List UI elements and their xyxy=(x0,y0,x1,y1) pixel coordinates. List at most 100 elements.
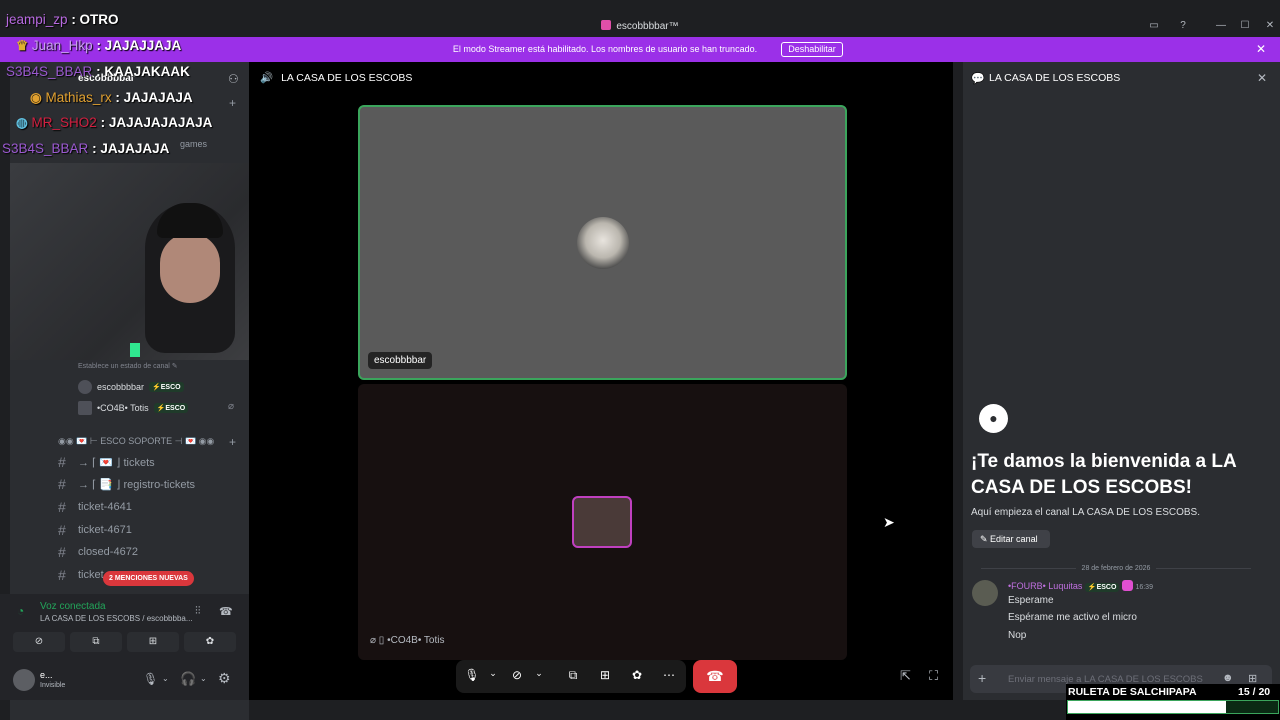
user-avatar[interactable] xyxy=(13,669,35,691)
muted-mic-icon: ⌀ xyxy=(228,401,235,412)
participant-name: escobbbbar xyxy=(368,352,433,369)
voice-location[interactable]: LA CASA DE LOS ESCOBS / escobbbba... xyxy=(40,614,193,623)
soundboard-button[interactable]: ✿ xyxy=(184,632,236,652)
close-chat-icon[interactable]: ✕ xyxy=(1257,71,1267,85)
hash-icon: # xyxy=(58,567,66,583)
channel-ticket-4641[interactable]: # ticket-4641 xyxy=(58,497,132,517)
stage-header: 🔊 LA CASA DE LOS ESCOBS xyxy=(260,72,413,84)
activities-icon[interactable]: ⊞ xyxy=(595,668,615,686)
participant-avatar xyxy=(577,217,629,269)
message-text: Esperame xyxy=(1008,595,1054,606)
voice-user-escobbbbar[interactable]: escobbbbar ⚡ESCO xyxy=(78,378,184,396)
overlay-chat-line: S3B4S_BBAR : KAAJAKAAK xyxy=(6,64,190,79)
chevron-down-icon[interactable]: ⌄ xyxy=(200,674,207,683)
ruleta-count: 15 / 20 xyxy=(1238,686,1271,698)
speaker-icon: 🔊 xyxy=(260,72,274,84)
inbox-icon[interactable]: ▭ xyxy=(1146,18,1162,34)
channel-tickets[interactable]: # → ⌈ 💌 ⌋ tickets xyxy=(58,452,155,472)
participant-tile-totis[interactable]: ⌀ ▯ •CO4B• Totis xyxy=(358,384,847,660)
banner-text: El modo Streamer está habilitado. Los no… xyxy=(452,44,758,54)
hangup-icon: ☎ xyxy=(706,668,724,684)
welcome-subtitle: Aquí empieza el canal LA CASA DE LOS ESC… xyxy=(971,507,1201,518)
welcome-title: ¡Te damos la bienvenida a LA CASA DE LOS… xyxy=(971,451,1237,498)
participant-avatar xyxy=(572,496,632,548)
noise-suppression-icon[interactable]: ⫶⫶ xyxy=(195,605,201,618)
hash-icon: # xyxy=(58,544,66,560)
signal-icon: ◔ xyxy=(17,604,25,618)
close-window-icon[interactable]: ✕ xyxy=(1262,18,1278,34)
message-avatar[interactable] xyxy=(972,580,998,606)
help-icon[interactable]: ? xyxy=(1175,18,1191,34)
disconnect-call-button[interactable]: ☎ xyxy=(693,660,737,693)
chevron-down-icon[interactable]: ⌄ xyxy=(162,674,169,683)
headphones-icon[interactable]: 🎧 xyxy=(180,671,196,687)
soundboard-icon[interactable]: ✿ xyxy=(627,668,647,686)
disable-streamer-button[interactable]: Deshabilitar xyxy=(781,42,843,57)
minimize-icon[interactable]: — xyxy=(1213,18,1229,34)
edit-channel-button[interactable]: ✎ Editar canal xyxy=(972,530,1050,548)
add-channel-icon[interactable]: + xyxy=(229,435,236,449)
games-channel[interactable]: games xyxy=(180,139,207,149)
voice-status[interactable]: Voz conectada xyxy=(40,601,106,612)
channel-closed-4672[interactable]: # closed-4672 xyxy=(58,542,138,562)
channel-ticket[interactable]: # ticket xyxy=(58,565,104,585)
toggle-camera-button[interactable]: ⊘ xyxy=(13,632,65,652)
fullscreen-icon[interactable]: ⛶ xyxy=(929,668,938,684)
add-attachment-icon[interactable]: + xyxy=(978,670,986,686)
channel-registro-tickets[interactable]: # → ⌈ 📑 ⌋ registro-tickets xyxy=(58,474,195,494)
overlay-chat-line: S3B4S_BBAR : JAJAJAJA xyxy=(2,141,170,156)
chevron-down-icon[interactable]: ⌄ xyxy=(529,668,549,686)
message-text: Espérame me activo el micro xyxy=(1008,612,1137,623)
add-channel-icon[interactable]: + xyxy=(229,96,236,110)
user-name[interactable]: e... xyxy=(40,670,53,680)
chat-bubble-icon: ● xyxy=(979,404,1008,433)
close-banner-icon[interactable]: ✕ xyxy=(1256,42,1266,56)
disconnect-icon[interactable]: ☎ xyxy=(219,605,233,618)
app-logo-icon xyxy=(601,20,612,30)
user-tag: ⚡ESCO xyxy=(153,403,189,413)
overlay-chat-line: ◍ MR_SHO2 : JAJAJAJAJAJA xyxy=(16,115,213,130)
popout-icon[interactable]: ⇱ xyxy=(900,668,911,684)
hash-icon: # xyxy=(58,522,66,538)
user-tag: ⚡ESCO xyxy=(149,382,184,392)
channel-status-hint[interactable]: Establece un estado de canal ✎ xyxy=(78,362,178,370)
microphone-icon[interactable]: 🎙 xyxy=(143,672,158,686)
user-bar xyxy=(0,658,249,700)
settings-gear-icon[interactable]: ⚙ xyxy=(218,670,231,687)
emoji-icon[interactable]: ☻ xyxy=(1222,672,1234,684)
title-bar: escobbbbar™ ▭ ? — ☐ ✕ xyxy=(0,16,1280,37)
more-options-icon[interactable]: ⋯ xyxy=(659,668,679,686)
camera-off-icon[interactable]: ⊘ xyxy=(507,668,527,686)
hash-icon: # xyxy=(58,454,66,470)
add-member-icon[interactable]: ⚇ xyxy=(228,72,239,86)
screen-share-icon[interactable]: ⧉ xyxy=(563,668,583,686)
maximize-icon[interactable]: ☐ xyxy=(1237,18,1253,34)
streamer-mode-banner: El modo Streamer está habilitado. Los no… xyxy=(0,37,1280,62)
user-tag: ⚡ESCO xyxy=(1084,583,1120,592)
new-mentions-badge[interactable]: 2 MENCIONES NUEVAS xyxy=(103,571,194,586)
overlay-chat-line: ♛ Juan_Hkp : JAJAJJAJA xyxy=(16,38,182,53)
participant-tile-escobbbbar[interactable]: escobbbbar xyxy=(358,105,847,380)
chat-header: LA CASA DE LOS ESCOBS xyxy=(989,72,1121,84)
soundboard-icon: ✿ xyxy=(205,636,215,647)
avatar xyxy=(78,380,92,394)
voice-user-totis[interactable]: •CO4B• Totis ⚡ESCO xyxy=(78,399,189,417)
overlay-chat-line: ◉ Mathias_rx : JAJAJAJA xyxy=(30,90,193,105)
channel-ticket-4671[interactable]: # ticket-4671 xyxy=(58,520,132,540)
chevron-down-icon[interactable]: ⌄ xyxy=(483,668,503,686)
user-status: Invisible xyxy=(40,682,66,689)
activities-button[interactable]: ⊞ xyxy=(127,632,179,652)
green-light xyxy=(130,343,140,357)
microphone-icon[interactable]: 🎙 xyxy=(462,668,482,686)
ruleta-label: RULETA DE SALCHIPAPA xyxy=(1068,686,1197,698)
avatar xyxy=(78,401,92,415)
camera-off-icon: ⊘ xyxy=(34,636,44,647)
hash-icon: # xyxy=(58,476,66,492)
share-screen-button[interactable]: ⧉ xyxy=(70,632,122,652)
muted-icon: ⌀ ▯ xyxy=(370,635,385,646)
mouse-cursor-icon: ➤ xyxy=(883,514,895,530)
pencil-icon: ✎ xyxy=(980,534,991,544)
message-text: Nop xyxy=(1008,630,1027,641)
category-esco-soporte[interactable]: ◉◉ 💌 ⊢ ESCO SOPORTE ⊣ 💌 ◉◉ xyxy=(58,436,238,447)
screen-share-icon: ⧉ xyxy=(92,636,100,647)
